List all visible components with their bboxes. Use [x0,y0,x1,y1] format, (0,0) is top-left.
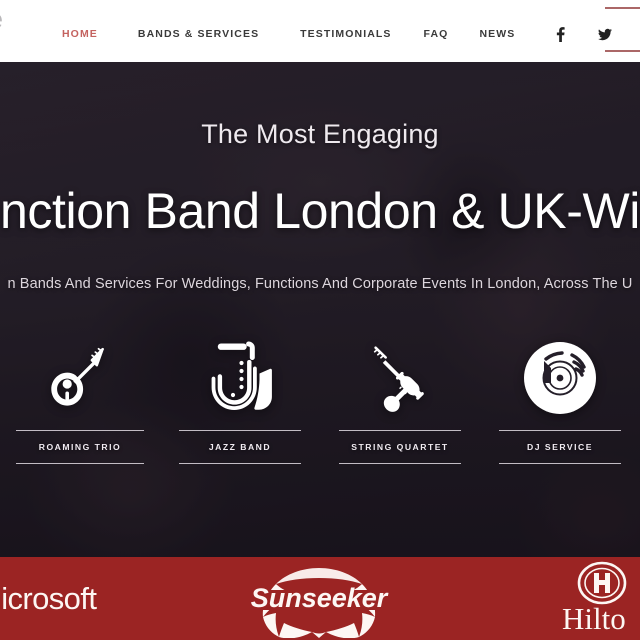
guitar-icon [42,332,118,424]
vinyl-record-icon [521,332,599,424]
nav-item-home[interactable]: HOME [62,28,98,40]
service-tile-label: JAZZ BAND [179,430,301,464]
hilton-logo-text: Hilto [562,601,626,636]
hero-section: The Most Engaging nction Band London & U… [0,62,640,557]
service-tile-label: DJ SERVICE [499,430,621,464]
microsoft-logo-text: Microsoft [0,580,97,616]
nav-item-news[interactable]: NEWS [479,28,515,40]
main-navigation: HOME BANDS & SERVICES TESTIMONIALS FAQ N… [62,26,613,42]
nav-item-faq[interactable]: FAQ [424,28,449,40]
sunseeker-logo: Sunseeker [224,560,414,638]
twitter-icon[interactable] [598,27,613,41]
saxophone-icon [204,332,276,424]
service-tile-roaming-trio[interactable]: ROAMING TRIO [0,332,160,472]
hilton-logo: Hilto [556,559,640,639]
nav-item-bands-and-services[interactable]: BANDS & SERVICES [138,28,259,40]
service-tile-label: ROAMING TRIO [16,430,144,464]
header-rule-bottom [605,50,640,52]
service-tile-jazz-band[interactable]: JAZZ BAND [160,332,320,472]
sunseeker-logo-text: Sunseeker [251,583,389,613]
service-tile-string-quartet[interactable]: STRING QUARTET [320,332,480,472]
client-logo-list: Microsoft Sunseeker [0,557,640,640]
service-tile-dj-service[interactable]: DJ SERVICE [480,332,640,472]
facebook-icon[interactable] [553,26,567,42]
hilton-h-emblem [577,561,627,604]
service-tiles: ROAMING TRIO JAZZ BAND STRING QUARTET DJ… [0,332,640,472]
nav-item-testimonials[interactable]: TESTIMONIALS [300,28,391,40]
service-tile-label: STRING QUARTET [339,430,461,464]
hero-headline: nction Band London & UK-Wi [0,183,640,239]
violin-icon [361,332,439,424]
sunseeker-wreath-icon: Sunseeker [251,567,389,638]
microsoft-logo: Microsoft [0,580,97,617]
client-logo-band: Microsoft Sunseeker [0,557,640,640]
site-logo[interactable]: late [0,4,4,35]
site-header: late HOME BANDS & SERVICES TESTIMONIALS … [0,0,640,62]
header-rule-top [605,7,640,9]
hero-subheadline: n Bands And Services For Weddings, Funct… [7,276,633,292]
hero-eyebrow: The Most Engaging [201,119,439,149]
